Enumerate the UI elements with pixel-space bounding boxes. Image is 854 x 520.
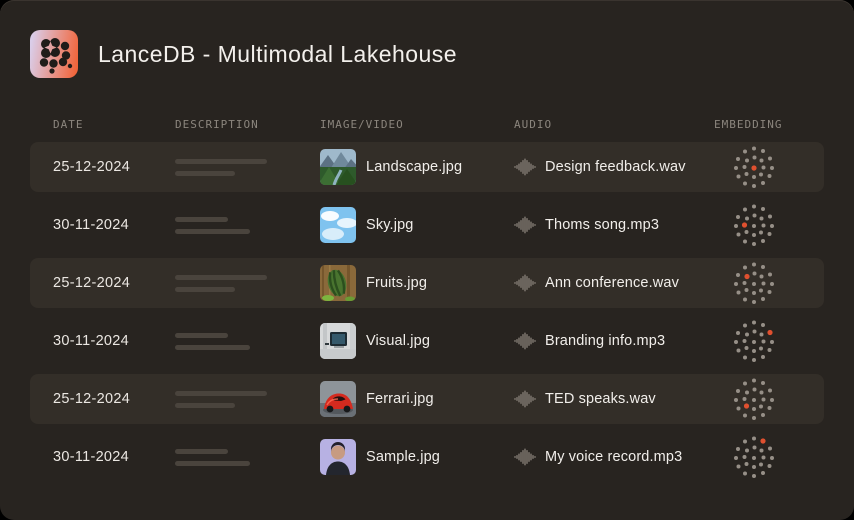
audio-cell: Branding info.mp3 xyxy=(514,332,714,350)
description-skeleton xyxy=(175,391,320,408)
skeleton-bar xyxy=(175,159,267,164)
image-cell: Visual.jpg xyxy=(320,323,514,359)
thumbnail-landscape[interactable] xyxy=(320,149,356,185)
audio-filename: Branding info.mp3 xyxy=(545,333,665,349)
audio-filename: Design feedback.wav xyxy=(545,159,686,175)
thumbnail-fruits[interactable] xyxy=(320,265,356,301)
audio-filename: TED speaks.wav xyxy=(545,391,656,407)
image-filename: Sky.jpg xyxy=(366,217,414,233)
image-filename: Ferrari.jpg xyxy=(366,391,434,407)
date-cell: 30-11-2024 xyxy=(53,449,175,465)
waveform-icon xyxy=(514,332,536,350)
waveform-icon xyxy=(514,390,536,408)
skeleton-bar xyxy=(175,449,228,454)
skeleton-bar xyxy=(175,171,235,176)
thumbnail-visual[interactable] xyxy=(320,323,356,359)
waveform-icon xyxy=(514,448,536,466)
table-header-row: DATE DESCRIPTION IMAGE/VIDEO AUDIO EMBED… xyxy=(30,112,824,136)
embedding-dot-cluster xyxy=(714,201,824,249)
skeleton-bar xyxy=(175,275,267,280)
audio-cell: Ann conference.wav xyxy=(514,274,714,292)
image-filename: Visual.jpg xyxy=(366,333,430,349)
column-header-date: DATE xyxy=(53,118,175,131)
waveform-icon xyxy=(514,274,536,292)
thumbnail-sample-portrait[interactable] xyxy=(320,439,356,475)
app-window: LanceDB - Multimodal Lakehouse DATE DESC… xyxy=(0,0,854,520)
description-skeleton xyxy=(175,333,320,350)
lancedb-logo-icon xyxy=(30,30,78,78)
embedding-dot-cluster xyxy=(714,433,824,481)
date-cell: 25-12-2024 xyxy=(53,159,175,175)
app-header: LanceDB - Multimodal Lakehouse xyxy=(30,30,457,78)
column-header-embedding: EMBEDDING xyxy=(714,118,824,131)
table-row[interactable]: 25-12-2024 xyxy=(30,142,824,192)
skeleton-bar xyxy=(175,403,235,408)
image-filename: Sample.jpg xyxy=(366,449,440,465)
audio-cell: My voice record.mp3 xyxy=(514,448,714,466)
image-cell: Sample.jpg xyxy=(320,439,514,475)
audio-cell: Design feedback.wav xyxy=(514,158,714,176)
audio-filename: My voice record.mp3 xyxy=(545,449,682,465)
image-cell: Fruits.jpg xyxy=(320,265,514,301)
date-cell: 30-11-2024 xyxy=(53,333,175,349)
date-cell: 25-12-2024 xyxy=(53,391,175,407)
table-row[interactable]: 30-11-2024 xyxy=(30,316,824,366)
skeleton-bar xyxy=(175,391,267,396)
image-cell: Ferrari.jpg xyxy=(320,381,514,417)
audio-filename: Ann conference.wav xyxy=(545,275,679,291)
waveform-icon xyxy=(514,216,536,234)
table-row[interactable]: 25-12-2024 xyxy=(30,258,824,308)
description-skeleton xyxy=(175,217,320,234)
image-cell: Landscape.jpg xyxy=(320,149,514,185)
page-title: LanceDB - Multimodal Lakehouse xyxy=(98,41,457,68)
skeleton-bar xyxy=(175,333,228,338)
embedding-dot-cluster xyxy=(714,317,824,365)
column-header-image-video: IMAGE/VIDEO xyxy=(320,118,514,131)
image-filename: Landscape.jpg xyxy=(366,159,462,175)
description-skeleton xyxy=(175,449,320,466)
embedding-dot-cluster xyxy=(714,375,824,423)
table-row[interactable]: 30-11-2024 Sample.jpg xyxy=(30,432,824,482)
skeleton-bar xyxy=(175,461,250,466)
description-skeleton xyxy=(175,159,320,176)
waveform-icon xyxy=(514,158,536,176)
embedding-dot-cluster xyxy=(714,259,824,307)
skeleton-bar xyxy=(175,217,228,222)
table-row[interactable]: 25-12-2024 xyxy=(30,374,824,424)
table-body: 25-12-2024 xyxy=(30,142,824,490)
audio-filename: Thoms song.mp3 xyxy=(545,217,659,233)
column-header-audio: AUDIO xyxy=(514,118,714,131)
table-row[interactable]: 30-11-2024 Sky.jpg xyxy=(30,200,824,250)
date-cell: 30-11-2024 xyxy=(53,217,175,233)
embedding-dot-cluster xyxy=(714,143,824,191)
thumbnail-ferrari[interactable] xyxy=(320,381,356,417)
audio-cell: TED speaks.wav xyxy=(514,390,714,408)
skeleton-bar xyxy=(175,287,235,292)
date-cell: 25-12-2024 xyxy=(53,275,175,291)
image-cell: Sky.jpg xyxy=(320,207,514,243)
audio-cell: Thoms song.mp3 xyxy=(514,216,714,234)
description-skeleton xyxy=(175,275,320,292)
skeleton-bar xyxy=(175,345,250,350)
column-header-description: DESCRIPTION xyxy=(175,118,320,131)
image-filename: Fruits.jpg xyxy=(366,275,427,291)
skeleton-bar xyxy=(175,229,250,234)
thumbnail-sky[interactable] xyxy=(320,207,356,243)
